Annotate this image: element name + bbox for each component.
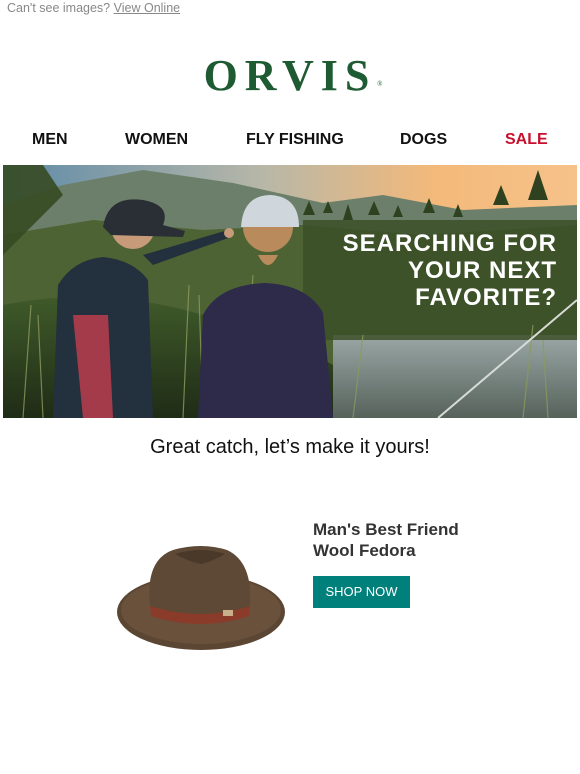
product-name[interactable]: Man's Best Friend Wool Fedora xyxy=(313,519,513,561)
nav-item-fly-fishing[interactable]: FLY FISHING xyxy=(246,131,344,149)
fedora-hat-icon xyxy=(117,546,285,650)
hero-line-2: YOUR NEXT xyxy=(408,257,557,284)
logo-text: ORVIS ® xyxy=(203,51,383,100)
hero-line-1: SEARCHING FOR xyxy=(343,230,557,257)
nav-item-men[interactable]: MEN xyxy=(32,131,68,149)
product-name-line-1: Man's Best Friend xyxy=(313,520,459,539)
shop-now-button[interactable]: SHOP NOW xyxy=(313,576,410,608)
nav-item-dogs[interactable]: DOGS xyxy=(400,131,447,149)
tagline: Great catch, let’s make it yours! xyxy=(150,436,430,458)
product-name-line-2: Wool Fedora xyxy=(313,541,416,560)
hero-line-3: FAVORITE? xyxy=(415,284,557,311)
main-nav: MEN WOMEN FLY FISHING DOGS SALE xyxy=(0,131,580,153)
logo-wordmark: ORVIS xyxy=(203,51,377,100)
orvis-logo[interactable]: ORVIS ® xyxy=(0,52,580,100)
nav-item-sale[interactable]: SALE xyxy=(505,131,548,149)
wool-fedora-hat-image[interactable] xyxy=(115,540,287,658)
preheader: Can't see images? View Online xyxy=(7,1,180,15)
preheader-text: Can't see images? xyxy=(7,1,111,15)
hero-image: SEARCHING FOR YOUR NEXT FAVORITE? xyxy=(3,165,577,418)
nav-item-women[interactable]: WOMEN xyxy=(125,131,188,149)
view-online-link[interactable]: View Online xyxy=(114,1,180,15)
registered-mark: ® xyxy=(377,80,383,88)
hero-banner[interactable]: SEARCHING FOR YOUR NEXT FAVORITE? xyxy=(3,165,577,418)
